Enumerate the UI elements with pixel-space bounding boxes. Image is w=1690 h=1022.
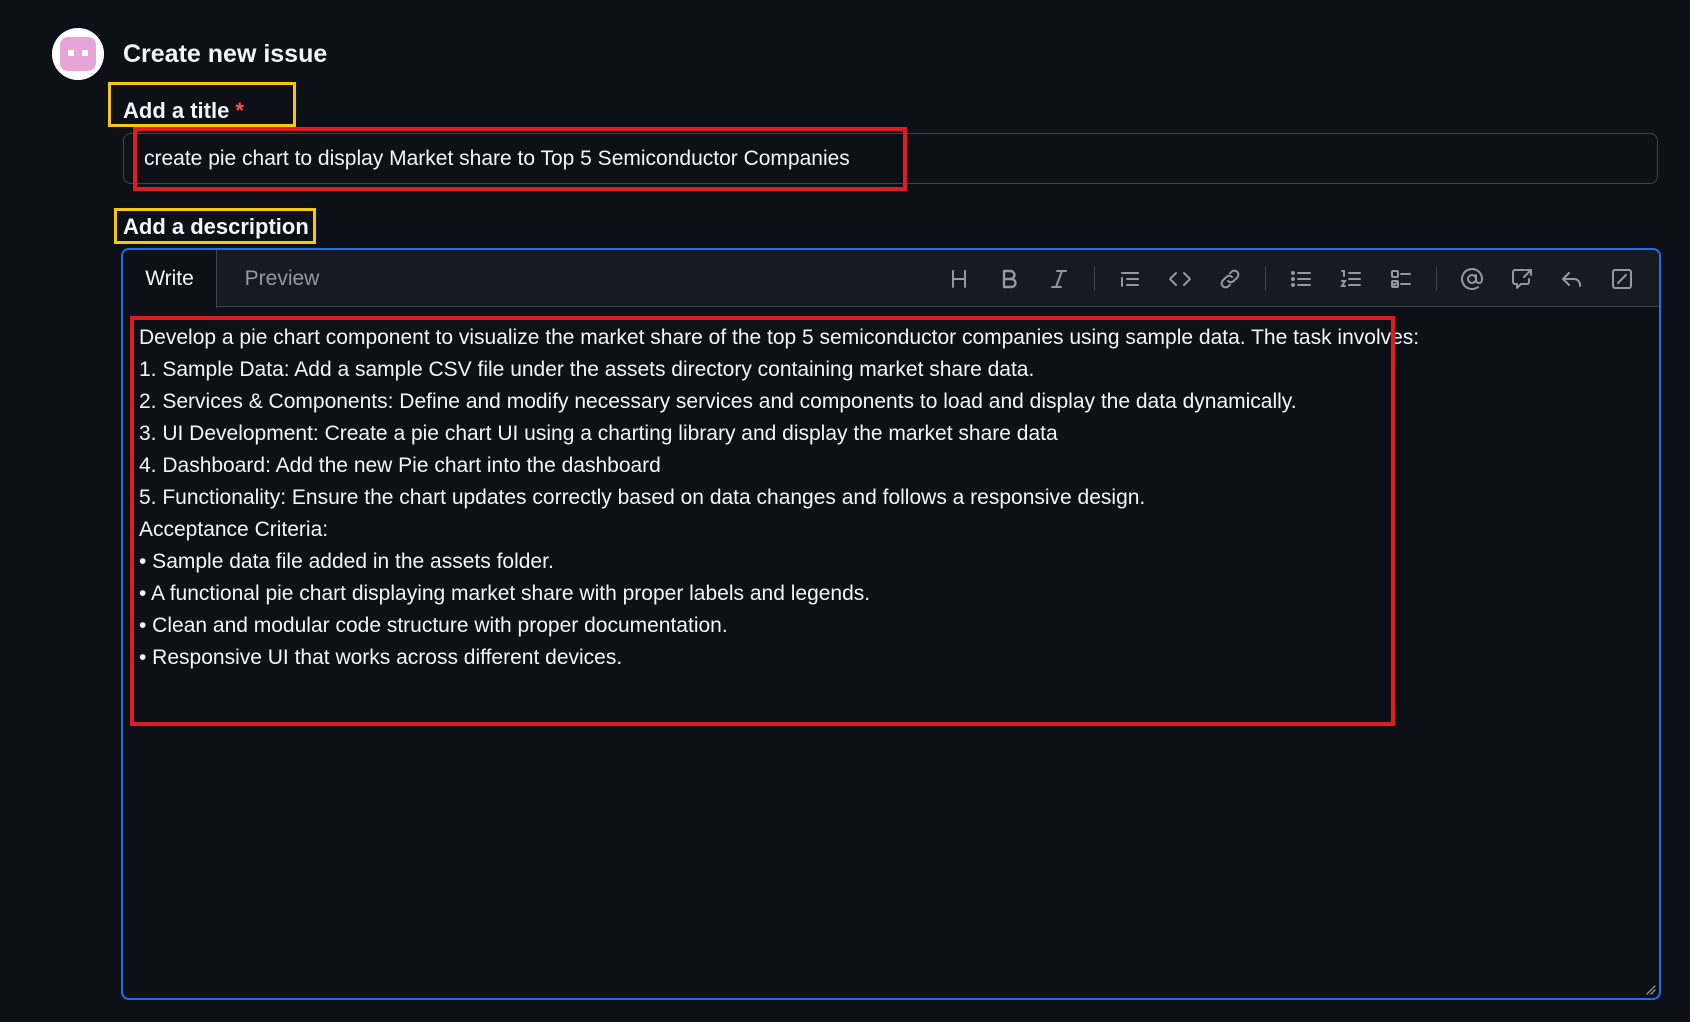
issue-description-textarea[interactable] [139, 322, 1519, 972]
description-editor: Write Preview [121, 248, 1661, 1000]
bold-icon[interactable] [987, 257, 1031, 301]
ordered-list-icon[interactable] [1329, 257, 1373, 301]
resize-handle-icon[interactable] [1644, 983, 1656, 995]
mention-icon[interactable] [1450, 257, 1494, 301]
title-label-text: Add a title [123, 98, 230, 123]
code-icon[interactable] [1158, 257, 1202, 301]
heading-icon[interactable] [937, 257, 981, 301]
unordered-list-icon[interactable] [1279, 257, 1323, 301]
markdown-toolbar [934, 250, 1647, 307]
description-label: Add a description [123, 214, 309, 239]
quote-icon[interactable] [1108, 257, 1152, 301]
toolbar-divider [1094, 266, 1095, 291]
tab-preview[interactable]: Preview [223, 250, 341, 307]
cross-reference-icon[interactable] [1500, 257, 1544, 301]
link-icon[interactable] [1208, 257, 1252, 301]
reply-icon[interactable] [1550, 257, 1594, 301]
fullscreen-icon[interactable] [1600, 257, 1644, 301]
task-list-icon[interactable] [1379, 257, 1423, 301]
tab-write[interactable]: Write [123, 250, 217, 308]
editor-header: Write Preview [123, 250, 1659, 308]
create-issue-page: Create new issue Add a title* Add a desc… [0, 0, 1690, 1022]
italic-icon[interactable] [1037, 257, 1081, 301]
issue-title-input[interactable] [123, 133, 1658, 184]
toolbar-divider [1265, 266, 1266, 291]
bot-avatar-icon [52, 28, 104, 80]
toolbar-divider [1436, 266, 1437, 291]
required-mark: * [235, 98, 244, 123]
title-label: Add a title * [123, 98, 244, 124]
page-title: Create new issue [123, 40, 328, 68]
